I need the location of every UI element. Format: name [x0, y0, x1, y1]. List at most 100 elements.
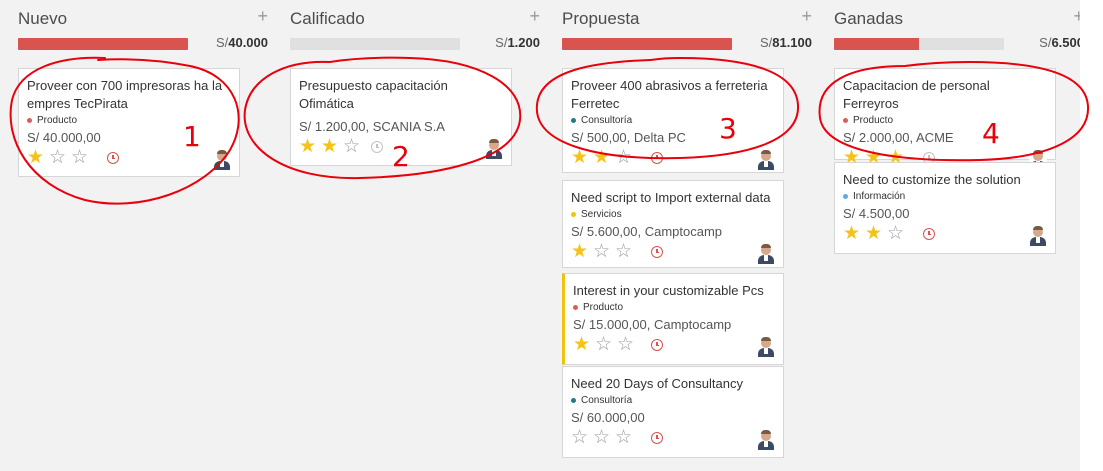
priority-stars: ★ ★ ☆	[843, 224, 909, 244]
priority-star-icon[interactable]: ☆	[593, 428, 615, 448]
progress-bar[interactable]	[562, 38, 732, 50]
priority-star-icon[interactable]: ☆	[617, 335, 639, 355]
column-title: Calificado	[290, 9, 365, 28]
column-total: S/1.200	[495, 35, 540, 50]
add-card-icon[interactable]: +	[257, 6, 268, 27]
activity-clock-icon[interactable]	[651, 152, 663, 164]
column-progress: S/40.000	[18, 34, 268, 52]
add-card-icon[interactable]: +	[529, 6, 540, 27]
priority-stars: ★ ☆ ☆	[571, 242, 637, 262]
right-margin	[1080, 0, 1103, 471]
card-footer: ★ ★ ☆	[571, 148, 775, 170]
card-tag: Producto	[843, 115, 1047, 126]
column-total: S/81.100	[759, 35, 812, 50]
column-title: Propuesta	[562, 9, 640, 28]
activity-clock-icon[interactable]	[651, 432, 663, 444]
priority-star-icon[interactable]: ☆	[571, 428, 593, 448]
opportunity-card[interactable]: Need to customize the solution Informaci…	[834, 162, 1056, 254]
card-footer: ★ ☆ ☆	[571, 242, 775, 264]
card-tag: Producto	[573, 302, 775, 313]
card-title: Need to customize the solution	[843, 172, 1021, 187]
card-amount: S/ 15.000,00, Camptocamp	[573, 317, 732, 332]
card-footer: ★ ★ ☆	[299, 137, 503, 159]
column-progress: S/6.500	[834, 34, 1084, 52]
card-tag: Consultoría	[571, 115, 775, 126]
priority-star-icon[interactable]: ☆	[343, 137, 365, 157]
activity-clock-icon[interactable]	[371, 141, 383, 153]
priority-star-icon[interactable]: ☆	[49, 148, 71, 168]
priority-star-icon[interactable]: ★	[573, 335, 595, 355]
kanban-board: Nuevo + S/40.000 Proveer con 700 impreso…	[0, 0, 1084, 471]
opportunity-card[interactable]: Proveer 400 abrasivos a ferreteria Ferre…	[562, 68, 784, 173]
card-footer: ★ ★ ☆	[843, 224, 1047, 246]
column-header: Nuevo +	[18, 0, 268, 32]
card-tag: Producto	[27, 115, 231, 126]
priority-stars: ★ ☆ ☆	[573, 335, 639, 355]
card-amount: S/ 500,00, Delta PC	[571, 130, 686, 145]
opportunity-card[interactable]: Proveer con 700 impresoras ha la empres …	[18, 68, 240, 177]
priority-star-icon[interactable]: ☆	[615, 428, 637, 448]
priority-star-icon[interactable]: ☆	[593, 242, 615, 262]
card-title: Need 20 Days of Consultancy	[571, 376, 743, 391]
priority-star-icon[interactable]: ★	[571, 242, 593, 262]
progress-bar[interactable]	[834, 38, 1004, 50]
opportunity-card[interactable]: Need script to Import external data Serv…	[562, 180, 784, 268]
card-tag: Servicios	[571, 209, 775, 220]
card-amount: S/ 60.000,00	[571, 410, 645, 425]
priority-star-icon[interactable]: ☆	[887, 224, 909, 244]
priority-stars: ☆ ☆ ☆	[571, 428, 637, 448]
priority-star-icon[interactable]: ☆	[595, 335, 617, 355]
column-header: Calificado +	[290, 0, 540, 32]
activity-clock-icon[interactable]	[923, 228, 935, 240]
salesperson-avatar[interactable]	[1029, 226, 1047, 246]
priority-stars: ★ ☆ ☆	[27, 148, 93, 168]
priority-star-icon[interactable]: ★	[571, 148, 593, 168]
priority-star-icon[interactable]: ☆	[615, 242, 637, 262]
card-title: Capacitacion de personal Ferreyros	[843, 78, 990, 111]
column-nuevo: Nuevo + S/40.000 Proveer con 700 impreso…	[18, 0, 268, 177]
progress-bar[interactable]	[18, 38, 188, 50]
column-total: S/6.500	[1039, 35, 1084, 50]
add-card-icon[interactable]: +	[801, 6, 812, 27]
salesperson-avatar[interactable]	[757, 150, 775, 170]
activity-clock-icon[interactable]	[651, 246, 663, 258]
priority-star-icon[interactable]: ★	[299, 137, 321, 157]
priority-star-icon[interactable]: ★	[321, 137, 343, 157]
priority-stars: ★ ★ ☆	[299, 137, 365, 157]
column-header: Ganadas +	[834, 0, 1084, 32]
priority-star-icon[interactable]: ★	[27, 148, 49, 168]
column-ganadas: Ganadas + S/6.500 Capacitacion de person…	[834, 0, 1084, 254]
priority-star-icon[interactable]: ★	[593, 148, 615, 168]
card-title: Proveer con 700 impresoras ha la empres …	[27, 78, 223, 111]
card-title: Proveer 400 abrasivos a ferreteria Ferre…	[571, 78, 768, 111]
opportunity-card[interactable]: Interest in your customizable Pcs Produc…	[562, 273, 784, 365]
priority-stars: ★ ★ ☆	[571, 148, 637, 168]
column-propuesta: Propuesta + S/81.100 Proveer 400 abrasiv…	[562, 0, 812, 458]
priority-star-icon[interactable]: ☆	[71, 148, 93, 168]
salesperson-avatar[interactable]	[757, 337, 775, 357]
card-amount: S/ 5.600,00, Camptocamp	[571, 224, 723, 239]
salesperson-avatar[interactable]	[757, 244, 775, 264]
opportunity-card[interactable]: Capacitacion de personal Ferreyros Produ…	[834, 68, 1056, 170]
column-progress: S/81.100	[562, 34, 812, 52]
card-footer: ☆ ☆ ☆	[571, 428, 775, 450]
activity-clock-icon[interactable]	[107, 152, 119, 164]
card-title: Presupuesto capacitación Ofimática	[299, 78, 448, 111]
progress-bar[interactable]	[290, 38, 460, 50]
priority-star-icon[interactable]: ☆	[615, 148, 637, 168]
card-footer: ★ ☆ ☆	[573, 335, 775, 357]
card-amount: S/ 4.500,00	[843, 206, 910, 221]
opportunity-card[interactable]: Need 20 Days of Consultancy Consultoría …	[562, 366, 784, 458]
column-total: S/40.000	[215, 35, 268, 50]
salesperson-avatar[interactable]	[485, 139, 503, 159]
priority-star-icon[interactable]: ★	[843, 224, 865, 244]
card-amount: S/ 1.200,00, SCANIA S.A	[299, 119, 445, 134]
salesperson-avatar[interactable]	[757, 430, 775, 450]
column-title: Ganadas	[834, 9, 903, 28]
card-title: Need script to Import external data	[571, 190, 771, 205]
salesperson-avatar[interactable]	[213, 150, 231, 170]
priority-star-icon[interactable]: ★	[865, 224, 887, 244]
activity-clock-icon[interactable]	[651, 339, 663, 351]
column-progress: S/1.200	[290, 34, 540, 52]
opportunity-card[interactable]: Presupuesto capacitación Ofimática S/ 1.…	[290, 68, 512, 166]
